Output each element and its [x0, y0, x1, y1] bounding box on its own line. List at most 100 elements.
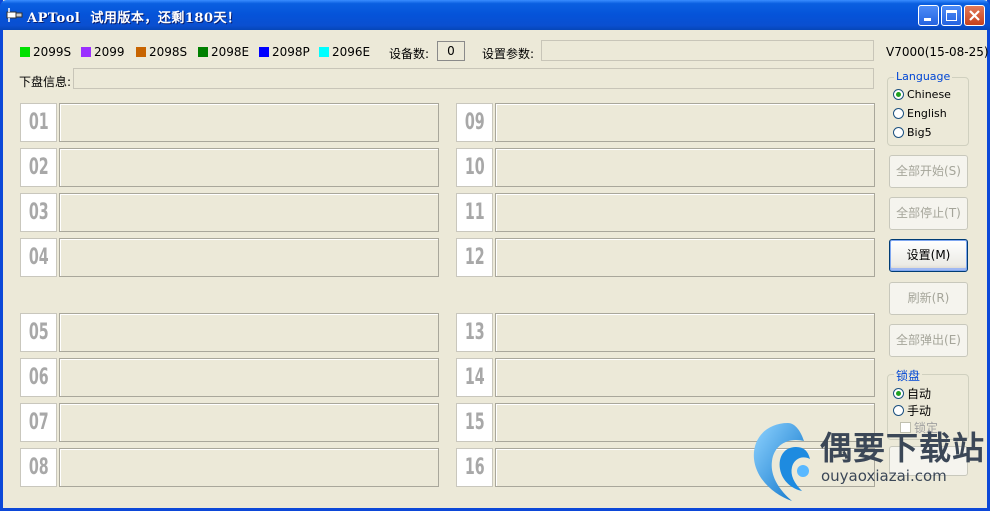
slot-number-text: 06 [28, 365, 49, 390]
slot-number-text: 07 [28, 410, 49, 435]
legend-label: 2098E [211, 45, 250, 59]
slot-status-04 [59, 238, 439, 277]
stop-all-button[interactable]: 全部停止(T) [889, 197, 968, 230]
radio-label: Big5 [907, 126, 932, 139]
radio-dot [893, 89, 904, 100]
legend-label: 2098S [149, 45, 188, 59]
slot-number-02: 02 [20, 148, 57, 187]
start-all-button[interactable]: 全部开始(S) [889, 155, 968, 188]
slot-status-13 [495, 313, 875, 352]
slot-number-03: 03 [20, 193, 57, 232]
slot-number-13: 13 [456, 313, 493, 352]
slot-number-14: 14 [456, 358, 493, 397]
radio-label: 自动 [907, 387, 932, 401]
title-bar[interactable]: APTool 试用版本，还剩180天！ [0, 0, 990, 30]
version-label: V7000(15-08-25) [886, 45, 989, 59]
legend-label: 2099S [33, 45, 72, 59]
radio-big5[interactable]: Big5 [893, 126, 932, 139]
legend-swatch [319, 47, 329, 57]
legend-swatch [81, 47, 91, 57]
slot-number-07: 07 [20, 403, 57, 442]
slot-number-15: 15 [456, 403, 493, 442]
watermark-logo-icon [753, 423, 810, 501]
refresh-button[interactable]: 刷新(R) [889, 282, 968, 315]
slot-number-text: 15 [464, 410, 485, 435]
slot-number-11: 11 [456, 193, 493, 232]
slot-status-11 [495, 193, 875, 232]
slot-number-text: 01 [28, 110, 49, 135]
close-icon [969, 10, 980, 21]
slot-number-text: 08 [28, 455, 49, 480]
slot-number-04: 04 [20, 238, 57, 277]
slot-number-09: 09 [456, 103, 493, 142]
legend-swatch [136, 47, 146, 57]
slot-number-text: 03 [28, 200, 49, 225]
language-group-title: Language [894, 70, 953, 83]
disk-info-field [73, 68, 874, 89]
close-button[interactable] [964, 5, 985, 26]
radio-dot [893, 127, 904, 138]
slot-number-06: 06 [20, 358, 57, 397]
legend-swatch [20, 47, 30, 57]
legend-label: 2096E [332, 45, 371, 59]
slot-status-12 [495, 238, 875, 277]
watermark: 偶要下载站 ouyaoxiazai.com [748, 417, 988, 507]
slot-number-16: 16 [456, 448, 493, 487]
slot-number-text: 11 [464, 200, 485, 225]
legend-item: 2098S [136, 45, 187, 59]
legend-item: 2096E [319, 45, 370, 59]
slot-number-01: 01 [20, 103, 57, 142]
legend-item: 2099S [20, 45, 71, 59]
minimize-button[interactable] [918, 5, 939, 26]
maximize-button[interactable] [941, 5, 962, 26]
radio-dot [893, 388, 904, 399]
legend-item: 2098P [259, 45, 310, 59]
window-title: APTool 试用版本，还剩180天！ [27, 11, 241, 26]
slot-status-10 [495, 148, 875, 187]
slot-status-03 [59, 193, 439, 232]
slot-status-09 [495, 103, 875, 142]
disk-info-label: 下盘信息: [19, 75, 72, 89]
language-group: Language Chinese English Big5 [887, 70, 969, 146]
slot-number-text: 10 [464, 155, 485, 180]
lock-group-title: 锁盘 [894, 367, 923, 384]
legend-item: 2098E [198, 45, 249, 59]
app-window: APTool 试用版本，还剩180天！ 2099S 2099 2098S 2098E 2… [0, 0, 990, 511]
slot-number-text: 04 [28, 245, 49, 270]
legend-swatch [259, 47, 269, 57]
slot-number-05: 05 [20, 313, 57, 352]
slot-number-text: 05 [28, 320, 49, 345]
eject-all-button[interactable]: 全部弹出(E) [889, 324, 968, 357]
settings-params-label: 设置参数: [482, 47, 535, 61]
slot-number-text: 13 [464, 320, 485, 345]
slot-number-12: 12 [456, 238, 493, 277]
minimize-icon [924, 18, 931, 21]
slot-number-text: 09 [464, 110, 485, 135]
slot-number-08: 08 [20, 448, 57, 487]
slot-number-text: 16 [464, 455, 485, 480]
slot-status-06 [59, 358, 439, 397]
slot-status-14 [495, 358, 875, 397]
legend-label: 2099 [94, 45, 125, 59]
slot-status-05 [59, 313, 439, 352]
watermark-url: ouyaoxiazai.com [821, 467, 947, 485]
radio-dot [893, 405, 904, 416]
radio-chinese[interactable]: Chinese [893, 88, 951, 101]
radio-auto[interactable]: 自动 [893, 385, 931, 402]
usb-icon [6, 8, 23, 22]
legend-label: 2098P [272, 45, 310, 59]
legend-swatch [198, 47, 208, 57]
radio-english[interactable]: English [893, 107, 947, 120]
watermark-title: 偶要下载站 [820, 429, 986, 467]
slot-status-07 [59, 403, 439, 442]
settings-params-field [541, 40, 874, 61]
slot-status-02 [59, 148, 439, 187]
legend-item: 2099 [81, 45, 125, 59]
radio-label: Chinese [907, 88, 951, 101]
slot-number-10: 10 [456, 148, 493, 187]
settings-button[interactable]: 设置(M) [889, 239, 968, 272]
slot-status-01 [59, 103, 439, 142]
maximize-icon [946, 10, 957, 21]
slot-status-08 [59, 448, 439, 487]
radio-dot [893, 108, 904, 119]
